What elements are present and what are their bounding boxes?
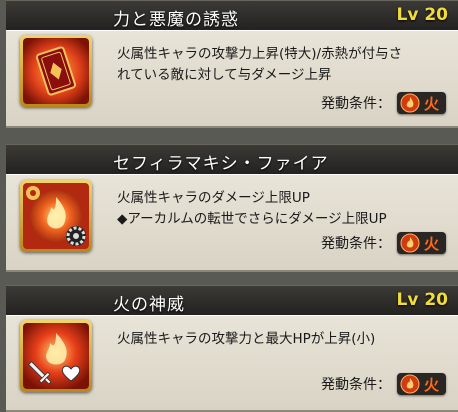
skill-card-header: セフィラマキシ・ファイア bbox=[6, 144, 458, 176]
skill-description: 火属性キャラの攻撃力と最大HPが上昇(小) bbox=[117, 329, 450, 350]
fire-icon bbox=[400, 233, 420, 253]
activation-condition: 発動条件： 火 bbox=[321, 230, 446, 256]
skill-desc-line: れている敵に対して与ダメージ上昇 bbox=[117, 67, 332, 83]
red-card-icon bbox=[20, 35, 92, 107]
condition-label: 発動条件： bbox=[320, 96, 391, 112]
fire-icon bbox=[400, 374, 420, 394]
flame-sword-heart-icon bbox=[20, 320, 92, 392]
skill-card-body: 火属性キャラの攻撃力上昇(特大)/赤熱が付与さ れている敵に対して与ダメージ上昇… bbox=[6, 30, 458, 128]
condition-label: 発動条件： bbox=[320, 377, 391, 393]
skill-card-body: 火属性キャラのダメージ上限UP ◆アーカルムの転世でさらにダメージ上限UP 発動… bbox=[6, 174, 458, 272]
skill-description: 火属性キャラの攻撃力上昇(特大)/赤熱が付与さ れている敵に対して与ダメージ上昇 bbox=[117, 44, 450, 86]
element-badge: 火 bbox=[396, 92, 446, 114]
skill-name: 力と悪魔の誘惑 bbox=[113, 10, 239, 30]
element-label: 火 bbox=[423, 234, 439, 253]
skill-desc-line: 火属性キャラのダメージ上限UP bbox=[117, 190, 310, 206]
skill-level: Lv 20 bbox=[396, 5, 449, 25]
skill-card-body: 火属性キャラの攻撃力と最大HPが上昇(小) 発動条件： 火 bbox=[6, 315, 458, 412]
element-label: 火 bbox=[423, 94, 439, 113]
element-badge: 火 bbox=[396, 232, 446, 254]
skill-desc-line: 火属性キャラの攻撃力上昇(特大)/赤熱が付与さ bbox=[117, 46, 403, 62]
skill-card-header: 火の神威 Lv 20 bbox=[6, 285, 458, 317]
skill-desc-line: ◆アーカルムの転世でさらにダメージ上限UP bbox=[117, 211, 387, 227]
skill-level: Lv 20 bbox=[396, 290, 449, 310]
skill-desc-line: 火属性キャラの攻撃力と最大HPが上昇(小) bbox=[117, 331, 376, 347]
flame-orb-gear-icon bbox=[20, 180, 92, 252]
element-label: 火 bbox=[423, 375, 439, 394]
skill-card-3: 火の神威 Lv 20 火属性キャラの攻撃力と最大HPが上昇(小) 発動条件： 火 bbox=[0, 285, 458, 412]
activation-condition: 発動条件： 火 bbox=[321, 90, 446, 116]
skill-name: 火の神威 bbox=[113, 295, 185, 315]
element-badge: 火 bbox=[396, 373, 446, 395]
skill-card-1: 力と悪魔の誘惑 Lv 20 火属性キャラの攻撃力上昇(特大)/赤熱が付与さ れて… bbox=[0, 0, 458, 128]
skill-description: 火属性キャラのダメージ上限UP ◆アーカルムの転世でさらにダメージ上限UP bbox=[117, 188, 450, 230]
fire-icon bbox=[400, 93, 420, 113]
skill-card-header: 力と悪魔の誘惑 Lv 20 bbox=[6, 0, 458, 32]
activation-condition: 発動条件： 火 bbox=[321, 371, 446, 397]
skill-name: セフィラマキシ・ファイア bbox=[113, 154, 329, 174]
skill-card-2: セフィラマキシ・ファイア 火属性キャラのダメージ上限UP ◆アーカルムの転世でさ… bbox=[0, 144, 458, 272]
condition-label: 発動条件： bbox=[320, 236, 391, 252]
